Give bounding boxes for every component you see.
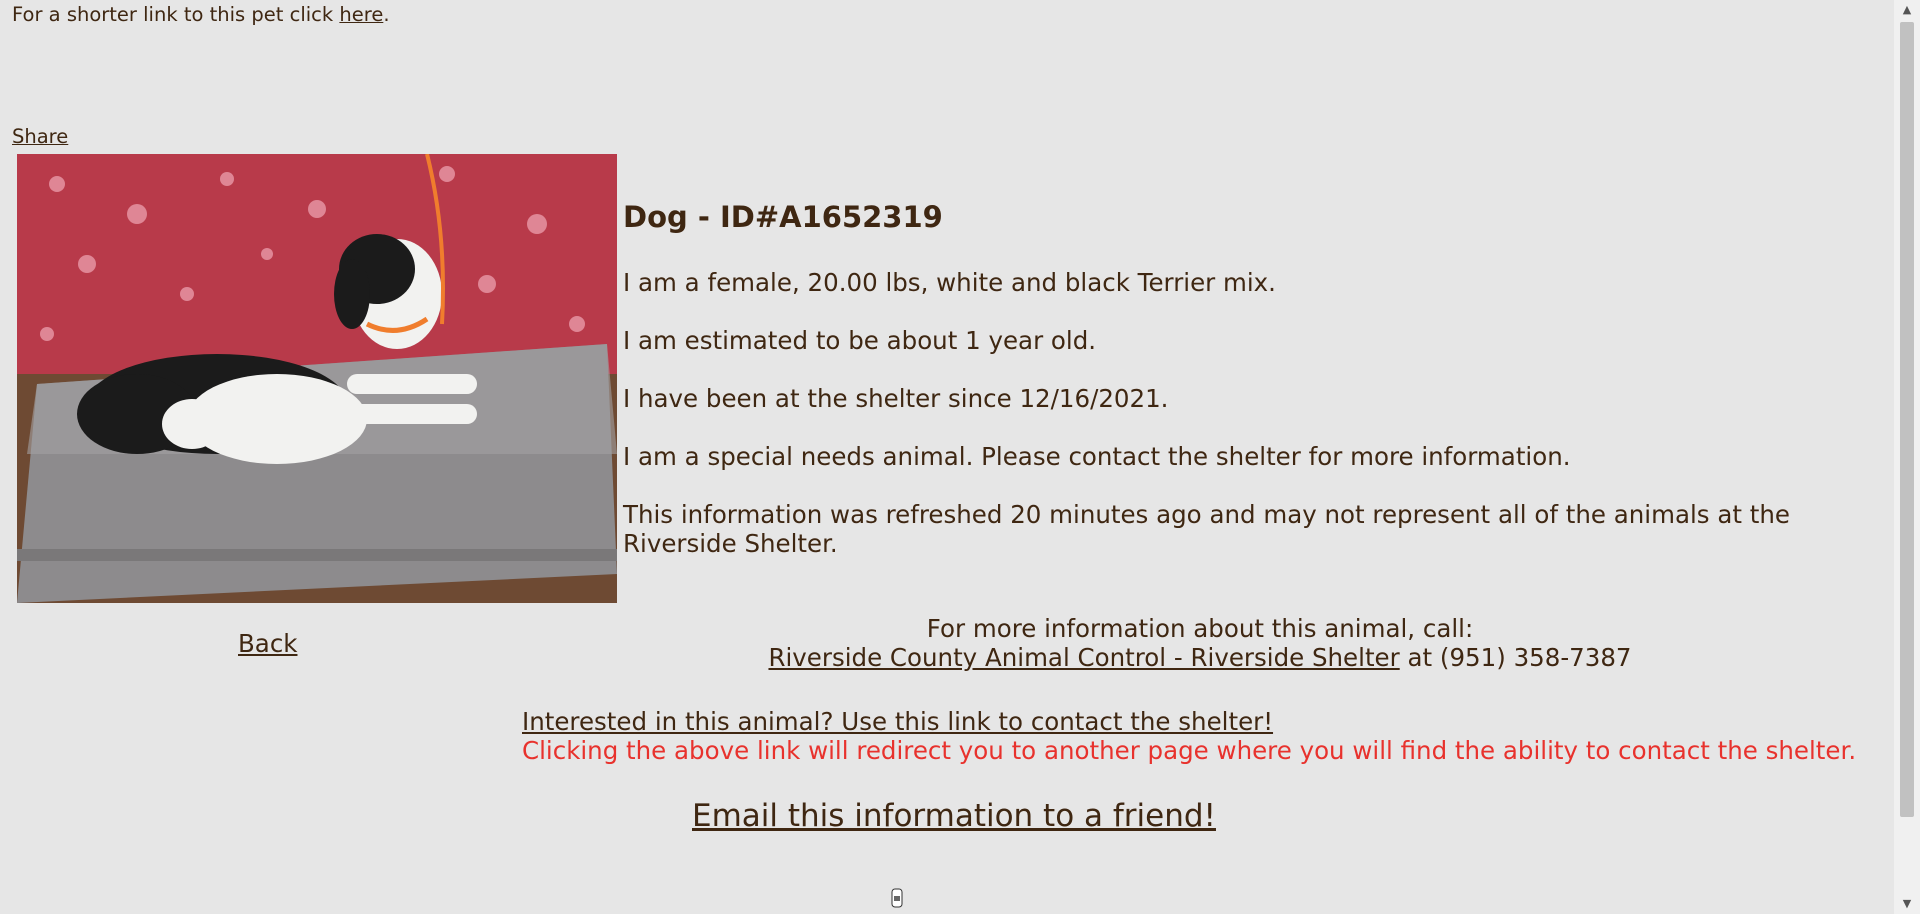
scrollbar-thumb[interactable]: [1900, 22, 1914, 817]
redirect-notice: Clicking the above link will redirect yo…: [522, 736, 1857, 765]
pet-age: I am estimated to be about 1 year old.: [623, 326, 1097, 355]
contact-line: Riverside County Animal Control - Rivers…: [0, 643, 1920, 672]
interest-block: Interested in this animal? Use this link…: [522, 707, 1856, 765]
shelter-phone: at (951) 358-7387: [1399, 643, 1632, 672]
short-link-text: For a shorter link to this pet click her…: [12, 3, 390, 26]
contact-info: For more information about this animal, …: [0, 614, 1920, 672]
scroll-down-arrow-icon[interactable]: ▼: [1894, 894, 1920, 914]
short-link-prefix: For a shorter link to this pet click: [12, 3, 340, 26]
refresh-notice: This information was refreshed 20 minute…: [623, 500, 1790, 558]
pet-description: I am a female, 20.00 lbs, white and blac…: [623, 268, 1276, 297]
contact-shelter-link[interactable]: Interested in this animal? Use this link…: [522, 707, 1273, 736]
pet-title: Dog - ID#A1652319: [623, 200, 943, 234]
pet-intake-date: I have been at the shelter since 12/16/2…: [623, 384, 1169, 413]
short-link[interactable]: here: [339, 3, 383, 26]
dog-photo-image: [17, 154, 617, 603]
pet-special-needs: I am a special needs animal. Please cont…: [623, 442, 1571, 471]
email-friend-link[interactable]: Email this information to a friend!: [692, 798, 1216, 834]
vertical-scrollbar[interactable]: ▲ ▼: [1894, 0, 1920, 914]
share-link[interactable]: Share: [12, 125, 68, 148]
pet-photo: [17, 154, 617, 603]
contact-intro: For more information about this animal, …: [926, 614, 1474, 643]
busy-cursor-icon: [891, 888, 903, 908]
shelter-link[interactable]: Riverside County Animal Control - Rivers…: [768, 643, 1399, 672]
short-link-suffix: .: [383, 3, 390, 26]
scroll-up-arrow-icon[interactable]: ▲: [1894, 0, 1920, 20]
